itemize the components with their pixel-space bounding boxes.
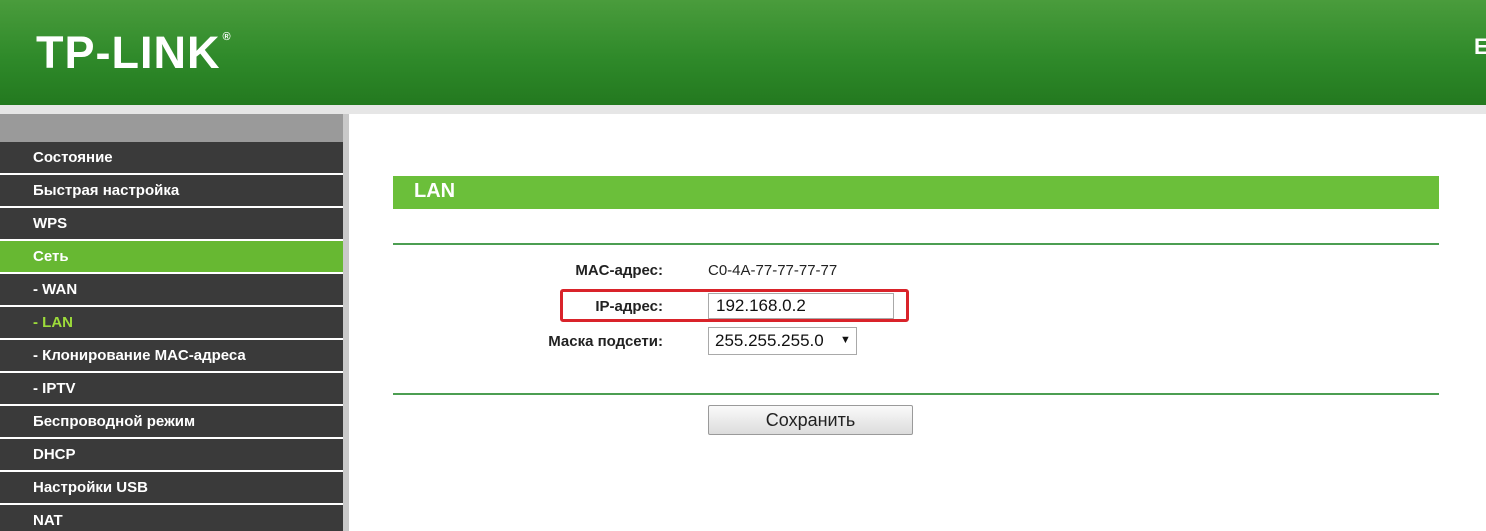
ip-address-label: IP-адрес:	[595, 298, 663, 315]
sidebar-item-network[interactable]: Сеть	[0, 241, 343, 274]
sidebar-item-wireless[interactable]: Беспроводной режим	[0, 406, 343, 439]
section-header-bar: LAN	[393, 176, 1439, 209]
sidebar-header-strip	[0, 114, 343, 142]
sidebar-item-nat[interactable]: NAT	[0, 505, 343, 531]
sidebar-item-lan[interactable]: - LAN	[0, 307, 343, 340]
sidebar-divider	[343, 114, 349, 531]
mac-address-label: MAC-адрес:	[575, 262, 663, 279]
top-divider	[393, 243, 1439, 245]
subnet-mask-value: 255.255.255.0	[715, 331, 824, 350]
header-cut-text: E	[1474, 34, 1486, 59]
sidebar-item-mac-clone[interactable]: - Клонирование MAC-адреса	[0, 340, 343, 373]
sidebar-item-usb-settings[interactable]: Настройки USB	[0, 472, 343, 505]
sidebar-item-status[interactable]: Состояние	[0, 142, 343, 175]
subnet-mask-label: Маска подсети:	[548, 333, 663, 350]
sidebar-item-dhcp[interactable]: DHCP	[0, 439, 343, 472]
mac-address-value: C0-4A-77-77-77-77	[708, 262, 838, 279]
bottom-divider	[393, 393, 1439, 395]
sidebar-item-iptv[interactable]: - IPTV	[0, 373, 343, 406]
registered-mark: ®	[222, 31, 232, 43]
sidebar-menu: Состояние Быстрая настройка WPS Сеть - W…	[0, 142, 343, 531]
tp-link-logo: TP-LINK ®	[36, 30, 232, 75]
ip-address-input[interactable]	[708, 293, 894, 319]
sidebar-item-wps[interactable]: WPS	[0, 208, 343, 241]
dropdown-arrow-icon: ▼	[840, 334, 851, 346]
header-banner: TP-LINK ® E	[0, 0, 1486, 105]
subnet-mask-select[interactable]: 255.255.255.0 ▼	[708, 327, 857, 355]
header-separator	[0, 105, 1486, 114]
page-title: LAN	[414, 180, 456, 202]
save-button[interactable]: Сохранить	[708, 405, 913, 435]
logo-text: TP-LINK	[36, 27, 221, 78]
sidebar-item-wan[interactable]: - WAN	[0, 274, 343, 307]
sidebar-item-quick-setup[interactable]: Быстрая настройка	[0, 175, 343, 208]
